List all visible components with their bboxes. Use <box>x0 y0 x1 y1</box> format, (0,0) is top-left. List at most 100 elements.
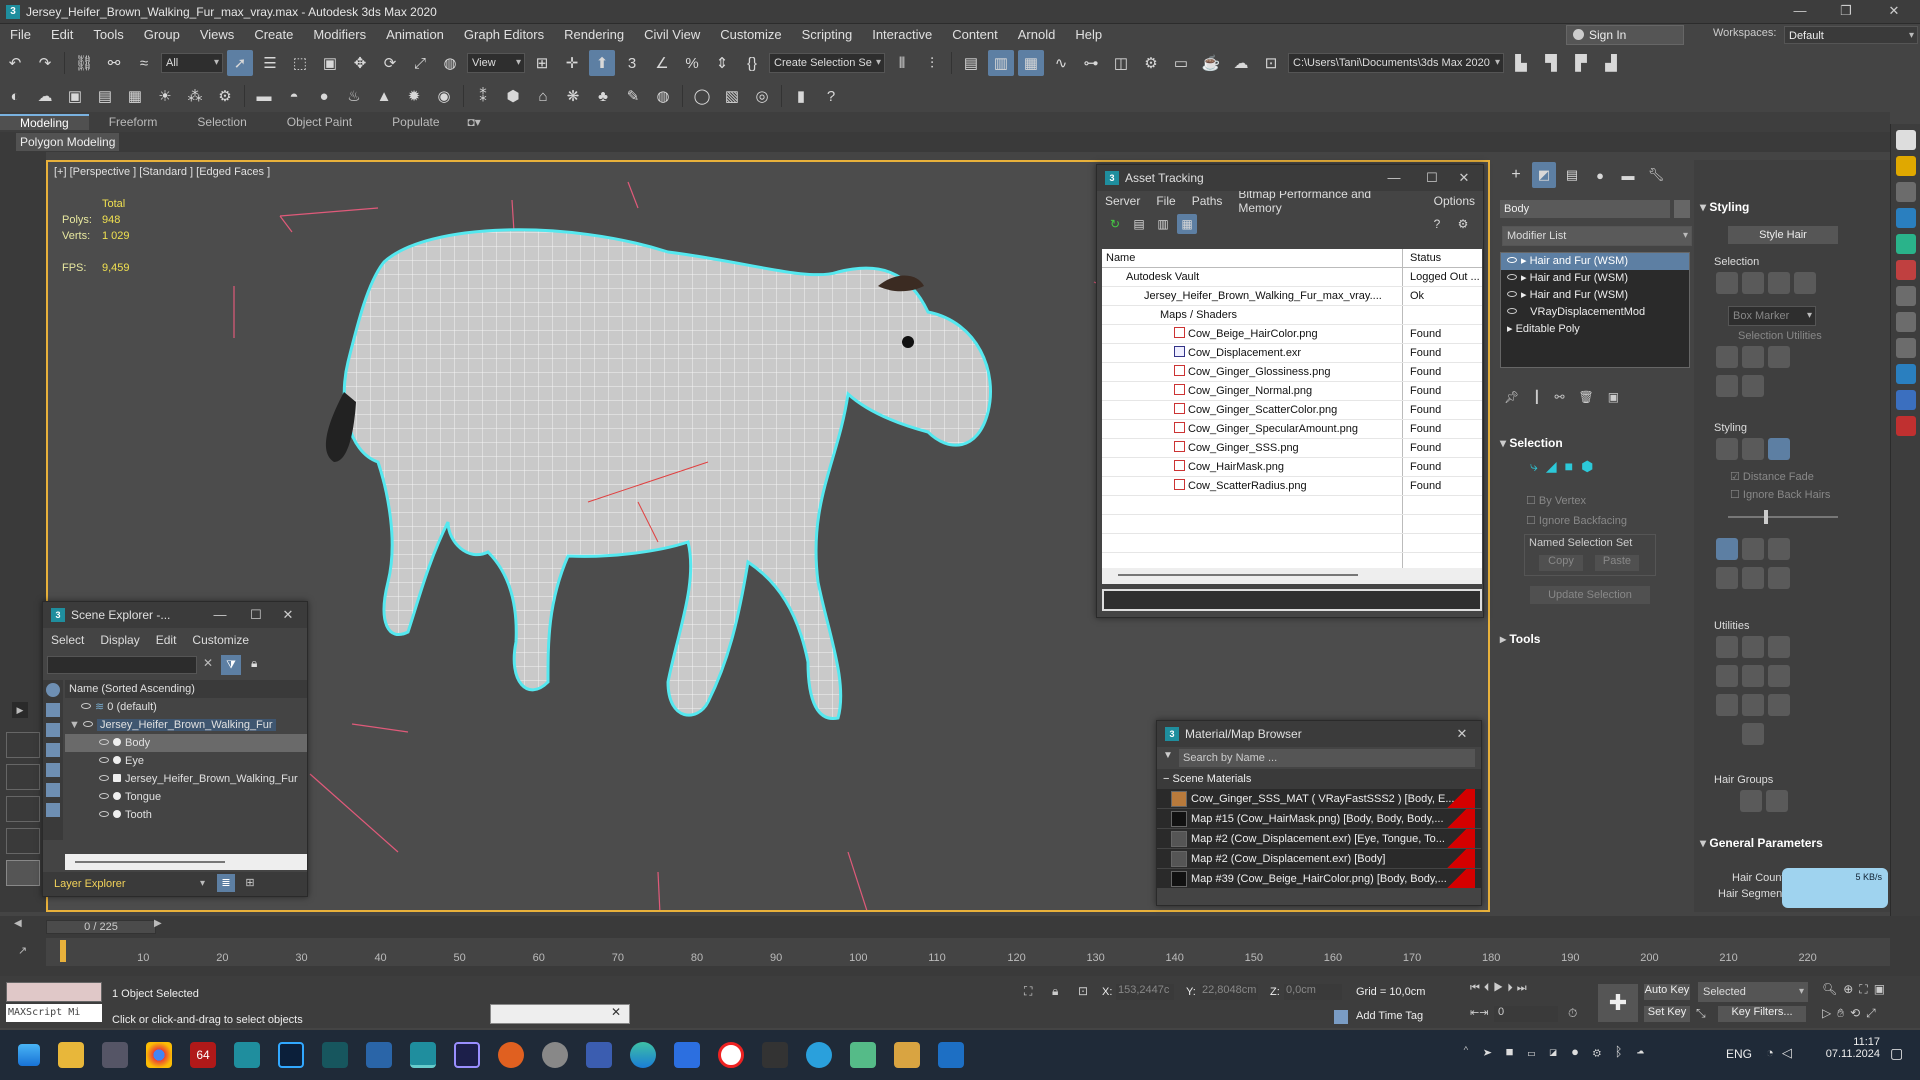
proxy-icon[interactable]: ⬢ <box>500 83 526 109</box>
menu-rendering[interactable]: Rendering <box>554 24 634 46</box>
displacement-icon[interactable]: ⌂ <box>530 83 556 109</box>
asset-menu-server[interactable]: Server <box>1097 194 1148 208</box>
x-coordinate-field[interactable]: 153,2447c <box>1116 984 1174 1000</box>
clock[interactable]: 11:17 07.11.2024 <box>1820 1036 1880 1060</box>
motion-tab-icon[interactable]: ● <box>1588 162 1612 188</box>
table-row[interactable]: Cow_Ginger_SSS.png Found <box>1102 439 1482 458</box>
curve-editor-toggle-icon[interactable]: ↗ <box>18 944 27 957</box>
table-view-icon[interactable]: ▦ <box>1177 214 1197 234</box>
layout-icon[interactable]: ▜ <box>1538 50 1564 76</box>
time-slider[interactable]: 0 / 225 <box>46 920 156 934</box>
invert-selection-icon[interactable] <box>1716 346 1738 368</box>
tray-monitor-icon[interactable]: ▭ <box>1527 1044 1549 1059</box>
expand-icon[interactable]: ▼ <box>69 719 83 731</box>
scene-menu-display[interactable]: Display <box>92 633 147 647</box>
time-slider-next-icon[interactable]: ▶ <box>154 918 162 929</box>
material-browser-close-button[interactable]: ✕ <box>1447 721 1477 747</box>
fov-icon[interactable]: ▷ <box>1822 1006 1837 1020</box>
fur-icon[interactable] <box>1895 312 1916 332</box>
tab-populate[interactable]: Populate <box>372 115 459 129</box>
asset-menu-paths[interactable]: Paths <box>1184 194 1231 208</box>
undo-icon[interactable]: ↶ <box>2 50 28 76</box>
ignore-backfacing-checkbox[interactable]: ☐ Ignore Backfacing <box>1526 514 1627 527</box>
material-icon[interactable]: ◍ <box>650 83 676 109</box>
key-tangent-icon[interactable]: ⤡ <box>1696 1006 1706 1021</box>
keyboard-shortcut-icon[interactable]: ⬆ <box>589 50 615 76</box>
tab-modeling[interactable]: Modeling <box>0 114 89 130</box>
key-filters-button[interactable]: Key Filters... <box>1718 1006 1806 1022</box>
rotate-icon[interactable]: ⟳ <box>377 50 403 76</box>
telegram-icon[interactable] <box>806 1042 832 1068</box>
menu-modifiers[interactable]: Modifiers <box>303 24 376 46</box>
select-manipulate-icon[interactable]: ✛ <box>559 50 585 76</box>
lock-icon[interactable]: 🔒︎ <box>251 656 257 671</box>
rotate-selection-icon[interactable] <box>1742 346 1764 368</box>
modify-tab-icon[interactable]: ◩ <box>1532 162 1556 188</box>
key-mode-icon[interactable]: ⇤⇥ <box>1470 1006 1488 1019</box>
table-row[interactable]: Cow_Beige_HairColor.png Found <box>1102 325 1482 344</box>
unlink-icon[interactable]: ⚯ <box>101 50 127 76</box>
workspace-dropdown[interactable]: Default <box>1784 26 1918 45</box>
filter-icon[interactable]: ⧩ <box>221 655 241 675</box>
clear-search-icon[interactable]: ✕ <box>203 656 213 670</box>
go-to-end-icon[interactable]: ⏭ <box>1517 982 1531 994</box>
hide-selected-icon[interactable] <box>1716 375 1738 397</box>
tray-bluetooth-icon[interactable]: ᛒ <box>1615 1044 1637 1059</box>
display-geometry-icon[interactable] <box>46 703 60 717</box>
layer-explorer-dropdown[interactable]: Layer Explorer <box>49 874 209 894</box>
3dsmax-active-icon[interactable] <box>410 1042 436 1068</box>
render-icon[interactable]: ▣ <box>62 83 88 109</box>
popup-close-icon[interactable]: ✕ <box>611 1005 621 1019</box>
mirror-icon[interactable]: ⫴ <box>889 50 915 76</box>
update-selection-button[interactable]: Update Selection <box>1530 586 1650 604</box>
paste-button[interactable]: Paste <box>1595 555 1639 571</box>
asset-tracking-titlebar[interactable]: 3 Asset Tracking — ☐ ✕ <box>1097 165 1483 191</box>
table-row[interactable]: Cow_Ginger_ScatterColor.png Found <box>1102 401 1482 420</box>
cube-icon[interactable] <box>1895 390 1916 410</box>
horizontal-scrollbar[interactable] <box>1102 568 1482 584</box>
notifications-icon[interactable]: ▢ <box>1890 1045 1903 1062</box>
clump-hair-icon[interactable] <box>1716 567 1738 589</box>
photoshop-icon[interactable] <box>278 1042 304 1068</box>
hair-select-icon[interactable] <box>1742 438 1764 460</box>
scene-close-button[interactable]: ✕ <box>273 602 303 628</box>
time-config-icon[interactable]: ⏱ <box>1568 1006 1577 1021</box>
scene-search-input[interactable] <box>47 656 197 674</box>
utilities-tab-icon[interactable]: 🔧︎ <box>1644 162 1668 188</box>
scene-explorer-titlebar[interactable]: 3 Scene Explorer -... — ☐ ✕ <box>43 602 307 628</box>
display-lights-icon[interactable] <box>46 723 60 737</box>
tab-freeform[interactable]: Freeform <box>89 115 178 129</box>
asset-menu-bitmap[interactable]: Bitmap Performance and Memory <box>1230 187 1425 215</box>
material-item[interactable]: Map #39 (Cow_Beige_HairColor.png) [Body,… <box>1157 869 1481 889</box>
material-browser-titlebar[interactable]: 3 Material/Map Browser ✕ <box>1157 721 1481 747</box>
config-icon[interactable]: ▮ <box>788 83 814 109</box>
selection-filter-dropdown[interactable]: All <box>161 53 223 73</box>
time-marker[interactable] <box>60 940 66 962</box>
redo-icon[interactable]: ↷ <box>32 50 58 76</box>
lock-icon[interactable] <box>1742 694 1764 716</box>
window-crossing-icon[interactable]: ▣ <box>317 50 343 76</box>
edge-level-icon[interactable]: ◢ <box>1546 458 1557 475</box>
visibility-icon[interactable] <box>82 721 93 727</box>
a360-icon[interactable]: ⊡ <box>1258 50 1284 76</box>
display-all-icon[interactable] <box>46 803 60 817</box>
object-color-swatch[interactable] <box>1674 200 1690 218</box>
menu-create[interactable]: Create <box>244 24 303 46</box>
modifier-toggle-icon[interactable] <box>1507 291 1517 297</box>
tray-cloud-icon[interactable]: ☁ <box>1637 1044 1659 1059</box>
select-object-icon[interactable]: ➚ <box>227 50 253 76</box>
isolate-icon[interactable]: ⛶ <box>1024 984 1032 999</box>
start-icon[interactable] <box>18 1044 40 1066</box>
tools-rollout[interactable]: ▸ Tools <box>1500 632 1540 646</box>
menu-edit[interactable]: Edit <box>41 24 83 46</box>
tray-arrow-icon[interactable]: ⌃ <box>1462 1044 1484 1059</box>
project-folder-icon[interactable]: ▙ <box>1508 50 1534 76</box>
table-row[interactable]: Cow_Ginger_SpecularAmount.png Found <box>1102 420 1482 439</box>
asset-path-field[interactable] <box>1102 589 1482 611</box>
select-tip-icon[interactable] <box>1794 272 1816 294</box>
z-coordinate-field[interactable]: 0,0cm <box>1284 984 1342 1000</box>
col-name-header[interactable]: Name <box>1102 249 1402 268</box>
style-hair-button[interactable]: Style Hair <box>1728 226 1838 244</box>
set-key-button[interactable]: Set Key <box>1644 1006 1690 1022</box>
modifier-list-dropdown[interactable]: Modifier List <box>1502 226 1692 246</box>
